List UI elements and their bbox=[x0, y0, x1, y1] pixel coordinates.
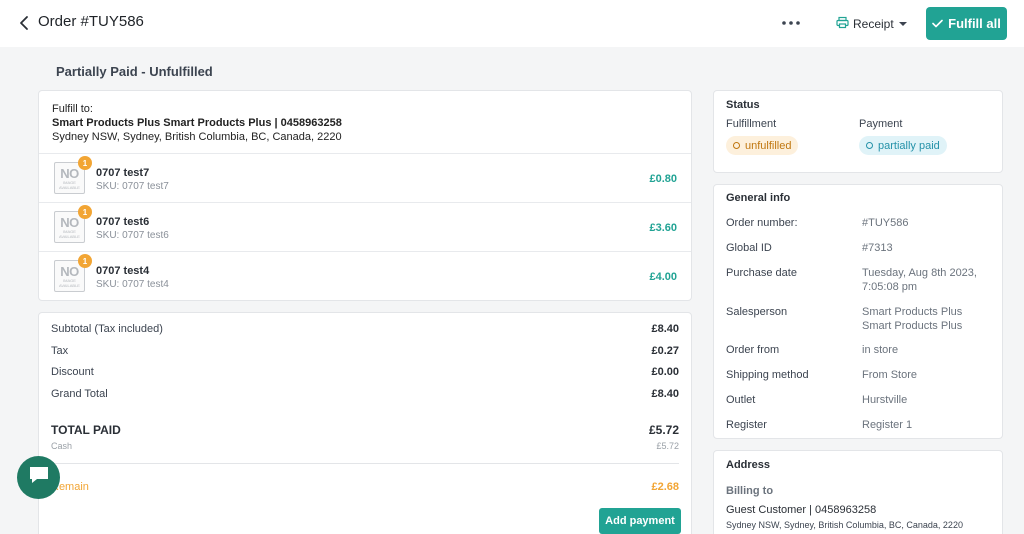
grand-total-value: £8.40 bbox=[651, 388, 679, 400]
status-title: Status bbox=[726, 99, 760, 111]
item-name: 0707 test4 bbox=[96, 265, 150, 277]
line-item[interactable]: NO IMAGE AVAILABLE 1 0707 test4 SKU: 070… bbox=[39, 251, 691, 300]
item-price: £0.80 bbox=[649, 173, 677, 185]
no-image-text: NO bbox=[60, 263, 79, 279]
general-info-title: General info bbox=[726, 192, 791, 204]
info-label: Purchase date bbox=[726, 267, 797, 279]
subtotal-label: Subtotal (Tax included) bbox=[51, 323, 163, 335]
page-title: Order #TUY586 bbox=[38, 13, 144, 30]
item-sku: SKU: 0707 test6 bbox=[96, 230, 169, 241]
cash-row: Cash £5.72 bbox=[51, 441, 679, 451]
printer-icon bbox=[836, 16, 849, 32]
info-value: Tuesday, Aug 8th 2023, 7:05:08 pm bbox=[862, 267, 977, 293]
info-label: Order from bbox=[726, 344, 780, 356]
info-label: Global ID bbox=[726, 242, 772, 254]
info-value: #TUY586 bbox=[862, 217, 909, 229]
fulfillment-status-text: unfulfilled bbox=[745, 139, 792, 152]
status-dot-icon bbox=[866, 142, 873, 149]
subtotal-row: Subtotal (Tax included) £8.40 bbox=[51, 323, 679, 335]
billing-name: Guest Customer | 0458963258 bbox=[726, 504, 877, 516]
tax-label: Tax bbox=[51, 345, 69, 357]
chat-icon bbox=[28, 465, 50, 490]
receipt-label: Receipt bbox=[853, 17, 894, 31]
fulfill-all-button[interactable]: Fulfill all bbox=[926, 7, 1007, 40]
address-title: Address bbox=[726, 459, 771, 471]
info-label: Salesperson bbox=[726, 306, 788, 318]
subtotal-value: £8.40 bbox=[651, 323, 679, 335]
info-label: Shipping method bbox=[726, 369, 809, 381]
payment-summary-card: Subtotal (Tax included) £8.40 Tax £0.27 … bbox=[38, 312, 692, 534]
billing-label: Billing to bbox=[726, 485, 774, 497]
order-status-heading: Partially Paid - Unfulfilled bbox=[56, 64, 213, 79]
quantity-badge: 1 bbox=[78, 205, 92, 219]
more-options-icon[interactable] bbox=[780, 16, 802, 30]
payment-label: Payment bbox=[859, 118, 903, 130]
info-value: #7313 bbox=[862, 242, 893, 254]
fulfill-to-label: Fulfill to: bbox=[52, 103, 93, 115]
discount-row: Discount £0.00 bbox=[51, 366, 679, 378]
payment-status-badge: partially paid bbox=[859, 136, 947, 155]
address-card: Address Billing to Guest Customer | 0458… bbox=[713, 450, 1003, 534]
fulfill-to-block: Fulfill to: Smart Products Plus Smart Pr… bbox=[52, 102, 342, 144]
info-value: From Store bbox=[862, 369, 918, 381]
add-payment-button[interactable]: Add payment bbox=[599, 508, 681, 534]
no-image-line2: AVAILABLE bbox=[59, 184, 80, 190]
fulfillment-status-badge: unfulfilled bbox=[726, 136, 799, 155]
discount-label: Discount bbox=[51, 366, 94, 378]
quantity-badge: 1 bbox=[78, 254, 92, 268]
no-image-line2: AVAILABLE bbox=[59, 233, 80, 239]
item-price: £4.00 bbox=[649, 271, 677, 283]
back-arrow-icon[interactable] bbox=[16, 14, 34, 32]
chat-support-button[interactable] bbox=[17, 456, 60, 499]
tax-row: Tax £0.27 bbox=[51, 345, 679, 357]
status-card: Status Fulfillment Payment unfulfilled p… bbox=[713, 90, 1003, 173]
remain-row: Remain £2.68 bbox=[51, 481, 679, 493]
cash-label: Cash bbox=[51, 441, 73, 451]
line-item[interactable]: NO IMAGE AVAILABLE 1 0707 test7 SKU: 070… bbox=[39, 153, 691, 202]
receipt-dropdown[interactable]: Receipt bbox=[836, 14, 908, 34]
fulfill-to-name: Smart Products Plus Smart Products Plus … bbox=[52, 117, 342, 129]
tax-value: £0.27 bbox=[651, 345, 679, 357]
item-name: 0707 test6 bbox=[96, 216, 150, 228]
info-label: Order number: bbox=[726, 217, 798, 229]
top-bar: Order #TUY586 Receipt Fulfill all bbox=[0, 0, 1024, 47]
info-value: Smart Products Plus Smart Products Plus bbox=[862, 306, 963, 332]
caret-down-icon bbox=[898, 17, 908, 31]
item-name: 0707 test7 bbox=[96, 167, 150, 179]
fulfill-all-label: Fulfill all bbox=[948, 16, 1001, 31]
info-label: Outlet bbox=[726, 394, 756, 406]
item-sku: SKU: 0707 test7 bbox=[96, 181, 169, 192]
total-paid-value: £5.72 bbox=[648, 423, 679, 437]
check-icon bbox=[932, 16, 943, 31]
fulfillment-label: Fulfillment bbox=[726, 118, 777, 130]
info-value: Hurstville bbox=[862, 394, 908, 406]
item-price: £3.60 bbox=[649, 222, 677, 234]
discount-value: £0.00 bbox=[651, 366, 679, 378]
info-value: in store bbox=[862, 344, 899, 356]
no-image-text: NO bbox=[60, 165, 79, 181]
grand-total-label: Grand Total bbox=[51, 388, 108, 400]
quantity-badge: 1 bbox=[78, 156, 92, 170]
grand-total-row: Grand Total £8.40 bbox=[51, 388, 679, 400]
no-image-text: NO bbox=[60, 214, 79, 230]
no-image-line2: AVAILABLE bbox=[59, 282, 80, 288]
fulfillment-card: Fulfill to: Smart Products Plus Smart Pr… bbox=[38, 90, 692, 301]
fulfill-to-address: Sydney NSW, Sydney, British Columbia, BC… bbox=[52, 131, 342, 143]
status-dot-icon bbox=[733, 142, 740, 149]
remain-value: £2.68 bbox=[651, 481, 679, 493]
total-paid-row: TOTAL PAID £5.72 bbox=[51, 423, 679, 437]
payment-status-text: partially paid bbox=[878, 139, 940, 152]
line-item[interactable]: NO IMAGE AVAILABLE 1 0707 test6 SKU: 070… bbox=[39, 202, 691, 251]
total-paid-label: TOTAL PAID bbox=[51, 423, 121, 437]
cash-value: £5.72 bbox=[656, 441, 679, 451]
billing-address: Sydney NSW, Sydney, British Columbia, BC… bbox=[726, 520, 963, 530]
info-label: Register bbox=[726, 419, 767, 431]
divider bbox=[51, 463, 679, 464]
item-sku: SKU: 0707 test4 bbox=[96, 279, 169, 290]
general-info-card: General info Order number: #TUY586 Globa… bbox=[713, 184, 1003, 439]
info-value: Register 1 bbox=[862, 419, 913, 431]
